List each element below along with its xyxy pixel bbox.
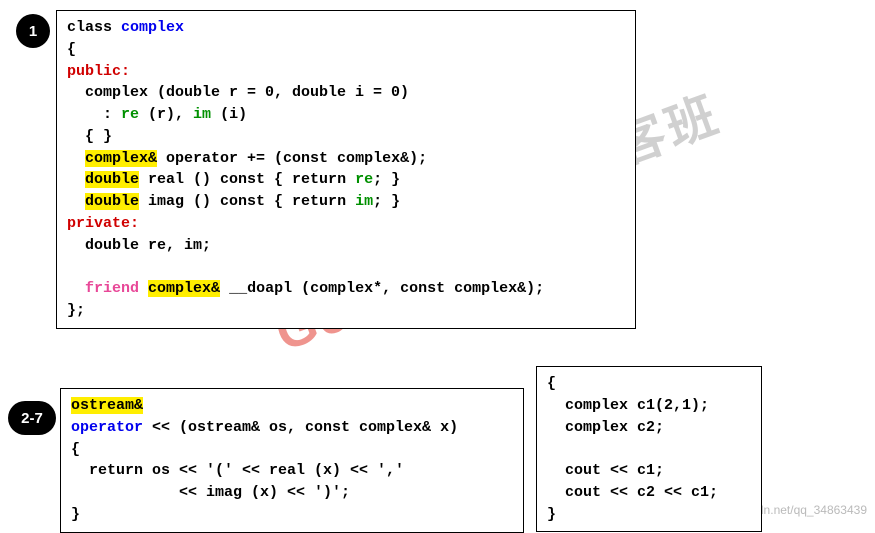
t: (r), (139, 106, 193, 123)
t: : (67, 106, 121, 123)
t: ; } (373, 193, 400, 210)
t: { } (67, 128, 112, 145)
t: { (67, 41, 76, 58)
t: cout << c1; (547, 462, 664, 479)
t: operator += (const complex&); (157, 150, 427, 167)
t: double (85, 171, 139, 188)
t: }; (67, 302, 85, 319)
t: << (ostream& os, const complex& x) (143, 419, 458, 436)
t: ostream& (71, 397, 143, 414)
t (67, 171, 85, 188)
t: real () const { return (139, 171, 355, 188)
badge-1: 1 (16, 14, 50, 48)
t: operator (71, 419, 143, 436)
code-box-3: { complex c1(2,1); complex c2; cout << c… (536, 366, 762, 532)
t: << imag (x) << ')'; (71, 484, 350, 501)
t: complex (121, 19, 184, 36)
t: public: (67, 63, 130, 80)
t: } (71, 506, 80, 523)
t: im (355, 193, 373, 210)
t: } (547, 506, 556, 523)
t: double re, im; (67, 237, 211, 254)
t: re (355, 171, 373, 188)
t: complex c2; (547, 419, 664, 436)
t: private: (67, 215, 139, 232)
t: { (547, 375, 556, 392)
t: re (121, 106, 139, 123)
t: (i) (211, 106, 247, 123)
t (139, 280, 148, 297)
t (67, 280, 85, 297)
t: double (85, 193, 139, 210)
code-box-1: class complex { public: complex (double … (56, 10, 636, 329)
t: complex& (148, 280, 220, 297)
t: friend (85, 280, 139, 297)
t (67, 150, 85, 167)
badge-2-7: 2-7 (8, 401, 56, 435)
t: complex& (85, 150, 157, 167)
t: __doapl (complex*, const complex&); (220, 280, 544, 297)
code-box-2: ostream& operator << (ostream& os, const… (60, 388, 524, 533)
t (67, 193, 85, 210)
t: return os << '(' << real (x) << ',' (71, 462, 404, 479)
t: complex c1(2,1); (547, 397, 709, 414)
t: { (71, 441, 80, 458)
t: imag () const { return (139, 193, 355, 210)
t: class (67, 19, 112, 36)
t: im (193, 106, 211, 123)
t: ; } (373, 171, 400, 188)
t: complex (double r = 0, double i = 0) (67, 84, 409, 101)
t: cout << c2 << c1; (547, 484, 718, 501)
